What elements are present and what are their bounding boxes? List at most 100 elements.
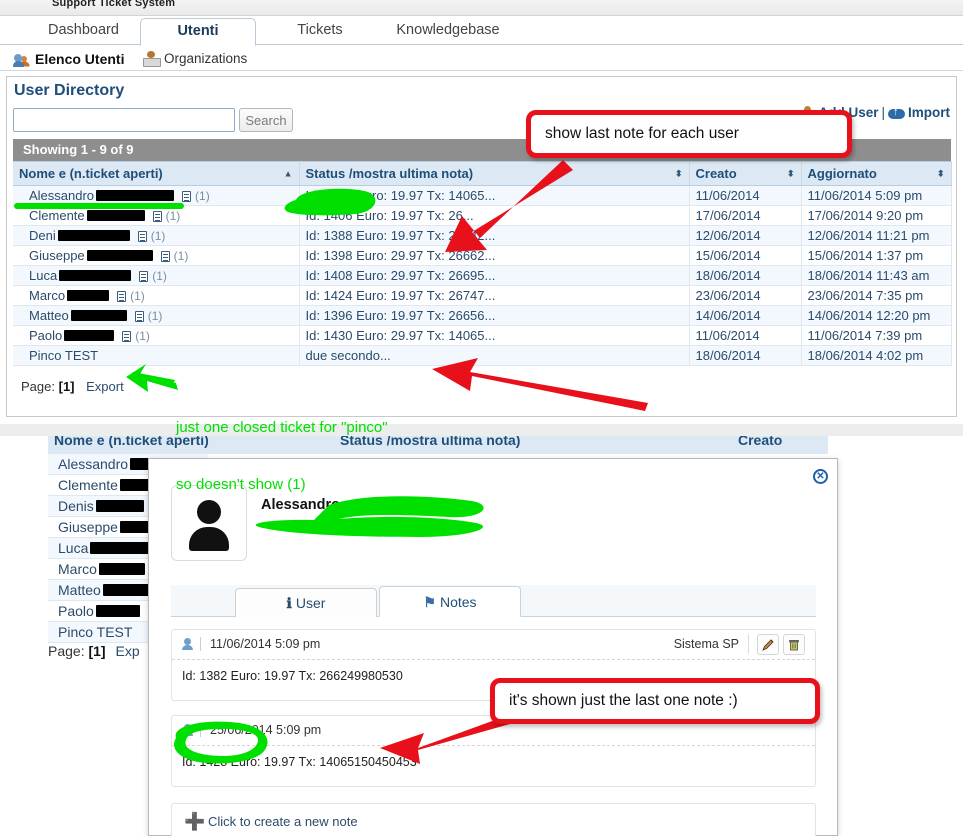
tab-knowledgebase[interactable]: Knowledgebase — [378, 17, 518, 45]
table-row[interactable]: Giuseppe (1) Id: 1398 Euro: 29.97 Tx: 2666… — [13, 245, 952, 266]
bg-page-number[interactable]: [1] — [88, 643, 105, 659]
list-item-label: Marco — [58, 561, 97, 577]
cell-creato: 12/06/2014 — [689, 225, 802, 246]
cell-status: Id: 1406 Euro: 19.97 Tx: 26... — [299, 205, 690, 226]
cell-creato: 23/06/2014 — [689, 285, 802, 306]
open-ticket-count: (1) — [147, 309, 163, 323]
tab-user[interactable]: ℹ User — [235, 588, 377, 617]
column-header-3[interactable]: Aggiornato ⬍ — [801, 161, 952, 186]
cell-user-name[interactable]: Alessandro (1) — [13, 185, 300, 206]
tab-utenti[interactable]: Utenti — [140, 18, 256, 46]
open-ticket-count: (1) — [195, 189, 210, 203]
import-button[interactable]: Import — [888, 105, 950, 120]
cell-user-name[interactable]: Pinco TEST — [13, 345, 300, 366]
cell-status: Id: 1424 Euro: 19.97 Tx: 26747... — [299, 285, 690, 306]
ticket-document-icon[interactable] — [139, 271, 149, 282]
cell-user-name[interactable]: Matteo (1) — [13, 305, 300, 326]
table-row[interactable]: Paolo (1) Id: 1430 Euro: 29.97 Tx: 14065..… — [13, 325, 952, 346]
cell-user-name[interactable]: Luca (1) — [13, 265, 300, 286]
column-header-2[interactable]: Creato ⬍ — [689, 161, 802, 186]
green-annotation-note: just one closed ticket for "pinco" so do… — [176, 380, 388, 532]
user-name-text: Giuseppe — [29, 248, 85, 263]
column-header-0[interactable]: Nome e (n.ticket aperti) ▲ — [13, 161, 300, 186]
close-icon[interactable]: ✕ — [813, 469, 828, 484]
table-row[interactable]: Deni (1) Id: 1388 Euro: 19.97 Tx: 26642...… — [13, 225, 952, 246]
table-row[interactable]: Clemente (1) Id: 1406 Euro: 19.97 Tx: 26..… — [13, 205, 952, 226]
cell-user-name[interactable]: Paolo (1) — [13, 325, 300, 346]
note-date: 25/06/2014 5:09 pm — [210, 723, 322, 737]
open-ticket-count: (1) — [152, 269, 167, 283]
list-item-label: Denis — [58, 498, 94, 514]
redacted-surname — [96, 190, 175, 201]
sub-navigation-bar: Elenco Utenti Organizations — [0, 46, 963, 71]
redacted-surname — [70, 310, 127, 321]
subnav-item-elenco-utenti[interactable]: Elenco Utenti — [13, 49, 125, 69]
cell-user-name[interactable]: Clemente (1) — [13, 205, 300, 226]
user-name-text: Deni — [29, 228, 56, 243]
sort-both-icon: ⬍ — [674, 168, 683, 178]
open-ticket-count: (1) — [173, 249, 189, 263]
ticket-document-icon[interactable] — [134, 311, 144, 322]
background-table-footer: Page: [1] Exp — [48, 643, 140, 659]
cell-user-name[interactable]: Giuseppe (1) — [13, 245, 300, 266]
cell-user-name[interactable]: Marco (1) — [13, 285, 300, 306]
cell-aggiornato: 18/06/2014 4:02 pm — [801, 345, 952, 366]
column-header-1[interactable]: Status /mostra ultima nota) ⬍ — [299, 161, 690, 186]
column-header-label: Status /mostra ultima nota) — [305, 166, 474, 181]
search-button[interactable]: Search — [239, 108, 293, 132]
showing-label: Showing — [23, 142, 78, 157]
tab-label: User — [295, 595, 326, 611]
tab-notes[interactable]: ⚑ Notes — [379, 586, 521, 617]
user-name-text: Marco — [29, 288, 66, 303]
redacted-surname — [57, 230, 130, 241]
note-date: 11/06/2014 5:09 pm — [210, 637, 321, 651]
note-header: 11/06/2014 5:09 pm Sistema SP — [172, 630, 815, 660]
export-link[interactable]: Export — [86, 379, 124, 394]
table-row[interactable]: Luca (1) Id: 1408 Euro: 29.97 Tx: 26695...… — [13, 265, 952, 286]
create-note-label: Click to create a new note — [208, 814, 358, 829]
toolbar-separator: | — [881, 105, 885, 120]
ticket-document-icon[interactable] — [152, 211, 162, 222]
subnav-item-organizations[interactable]: Organizations — [143, 49, 247, 69]
cell-aggiornato: 12/06/2014 11:21 pm — [801, 225, 952, 246]
tab-dashboard[interactable]: Dashboard — [30, 17, 130, 45]
open-ticket-count: (1) — [150, 229, 166, 243]
section-divider — [0, 424, 963, 436]
callout-top-text: show last note for each user — [545, 125, 739, 142]
cell-creato: 15/06/2014 — [689, 245, 802, 266]
page-title: User Directory — [14, 82, 125, 99]
cell-user-name[interactable]: Deni (1) — [13, 225, 300, 246]
cell-creato: 14/06/2014 — [689, 305, 802, 326]
redacted-surname — [98, 563, 145, 575]
bg-export-link[interactable]: Exp — [116, 643, 140, 659]
ticket-document-icon[interactable] — [182, 191, 192, 202]
ticket-document-icon[interactable] — [160, 251, 170, 262]
ticket-document-icon[interactable] — [137, 231, 147, 242]
cell-status: Id: 1396 Euro: 19.97 Tx: 26656... — [299, 305, 690, 326]
ticket-document-icon[interactable] — [122, 331, 132, 342]
delete-note-button[interactable] — [783, 634, 805, 655]
cell-status: Id: 1408 Euro: 29.97 Tx: 26695... — [299, 265, 690, 286]
sort-asc-icon: ▲ — [283, 168, 293, 178]
create-note-button[interactable]: ➕ Click to create a new note — [171, 803, 816, 836]
table-row[interactable]: Pinco TEST due secondo... 18/06/2014 18/06/… — [13, 345, 952, 366]
search-input[interactable] — [13, 108, 235, 132]
tab-tickets[interactable]: Tickets — [270, 17, 370, 45]
cell-creato: 17/06/2014 — [689, 205, 802, 226]
subnav-item-label: Elenco Utenti — [35, 51, 125, 67]
list-item-label: Matteo — [58, 582, 101, 598]
table-row[interactable]: Marco (1) Id: 1424 Euro: 19.97 Tx: 26747..… — [13, 285, 952, 306]
main-tab-bar: Dashboard Utenti Tickets Knowledgebase — [0, 17, 963, 46]
page-number[interactable]: [1] — [59, 379, 75, 394]
table-row[interactable]: Matteo (1) Id: 1396 Euro: 19.97 Tx: 26656.… — [13, 305, 952, 326]
cell-aggiornato: 11/06/2014 7:39 pm — [801, 325, 952, 346]
table-row[interactable]: Alessandro (1) Id: 1428 Euro: 19.97 Tx: 14… — [13, 185, 952, 206]
redacted-surname — [86, 210, 145, 221]
edit-note-button[interactable] — [757, 634, 779, 655]
ticket-document-icon[interactable] — [117, 291, 127, 302]
cell-creato: 11/06/2014 — [689, 325, 802, 346]
note-author: Sistema SP — [673, 637, 739, 651]
note-user-icon — [182, 724, 193, 736]
sort-both-icon: ⬍ — [786, 168, 795, 178]
open-ticket-count: (1) — [130, 289, 145, 303]
